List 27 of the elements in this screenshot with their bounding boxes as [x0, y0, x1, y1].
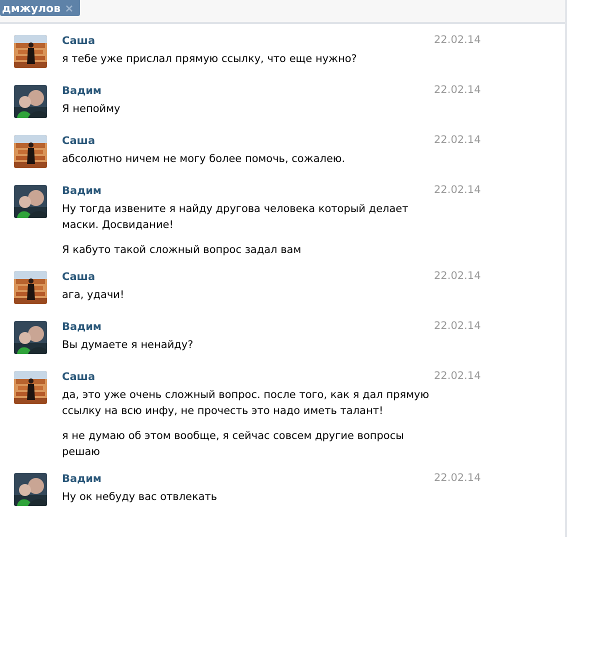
- message-text: я тебе уже прислал прямую ссылку, что еще нужно?: [62, 52, 358, 67]
- sender-name[interactable]: Саша: [62, 371, 434, 383]
- message-date: 22.02.14: [434, 472, 481, 486]
- message-text: Ну ок небуду вас отвлекать: [62, 490, 218, 505]
- message-date: 22.02.14: [434, 134, 481, 148]
- message-text: Вы думаете я ненайду?: [62, 338, 194, 353]
- message-text: абсолютно ничем не могу более помочь, сожалею.: [62, 152, 346, 167]
- message-text: да, это уже очень сложный вопрос. после того, как я дал прямую ссылку на всю инфу, не прочесть это надо иметь талант!: [62, 388, 430, 419]
- recipient-tag[interactable]: дмжулов ×: [0, 0, 80, 16]
- message-date: 22.02.14: [434, 84, 481, 98]
- sender-name[interactable]: Вадим: [62, 185, 434, 197]
- sender-name[interactable]: Саша: [62, 135, 434, 147]
- message-text: Я кабуто такой сложный вопрос задал вам: [62, 243, 302, 258]
- sender-name[interactable]: Вадим: [62, 85, 434, 97]
- message-date: 22.02.14: [434, 184, 481, 198]
- message-date: 22.02.14: [434, 34, 481, 48]
- message-text: Ну тогда извените я найду другова человека который делает маски. Досвидание!: [62, 202, 410, 233]
- sender-name[interactable]: Саша: [62, 35, 434, 47]
- message-date: 22.02.14: [434, 270, 481, 284]
- message-text: Я непойму: [62, 102, 122, 117]
- message-text: ага, удачи!: [62, 288, 126, 303]
- sender-name[interactable]: Вадим: [62, 321, 434, 333]
- sender-name[interactable]: Вадим: [62, 473, 434, 485]
- message-date: 22.02.14: [434, 370, 481, 384]
- message-date: 22.02.14: [434, 320, 481, 334]
- message-text: я не думаю об этом вообще, я сейчас совсем другие вопросы решаю: [62, 429, 405, 460]
- sender-name[interactable]: Саша: [62, 271, 434, 283]
